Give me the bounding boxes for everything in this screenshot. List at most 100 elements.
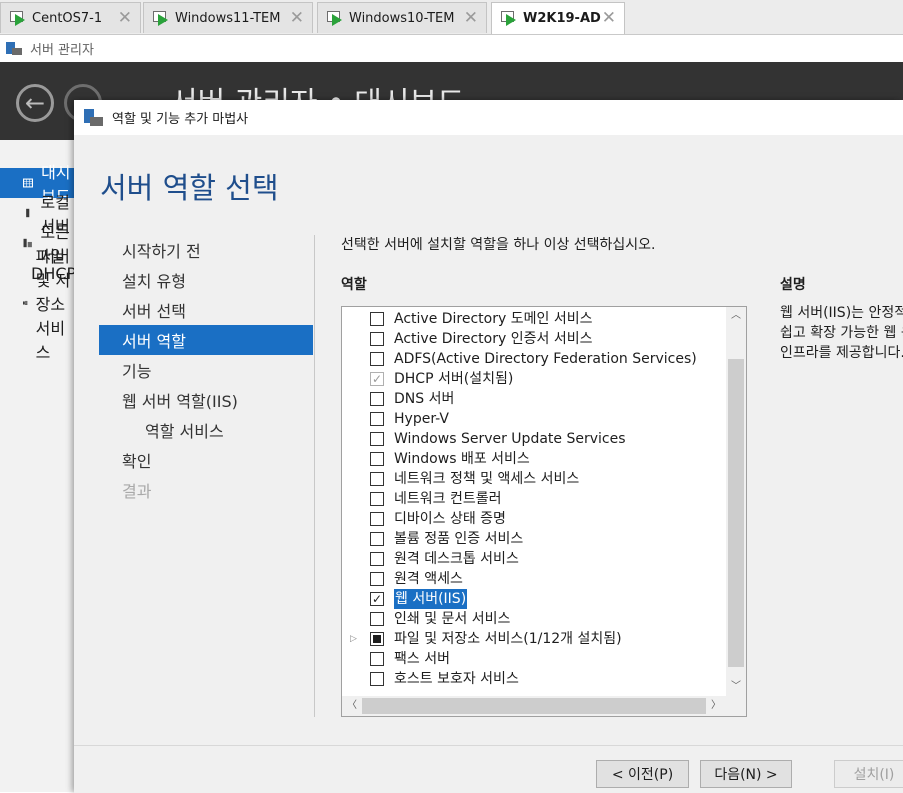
- role-checkbox[interactable]: ✓: [370, 592, 384, 606]
- role-checkbox[interactable]: [370, 512, 384, 526]
- role-label: Windows 배포 서비스: [394, 451, 530, 467]
- role-row[interactable]: 인쇄 및 문서 서비스: [342, 609, 726, 629]
- role-row[interactable]: Windows 배포 서비스: [342, 449, 726, 469]
- role-checkbox[interactable]: [370, 312, 384, 326]
- server-manager-icon: [84, 108, 104, 127]
- vm-tab-label: CentOS7-1: [32, 10, 103, 26]
- role-row[interactable]: 디바이스 상태 증명: [342, 509, 726, 529]
- wizard-titlebar[interactable]: 역할 및 기능 추가 마법사: [74, 100, 903, 135]
- role-checkbox[interactable]: [370, 552, 384, 566]
- role-row[interactable]: Hyper-V: [342, 409, 726, 429]
- role-row[interactable]: 원격 액세스: [342, 569, 726, 589]
- steps-divider: [314, 235, 315, 717]
- wizard-step-before-you-begin[interactable]: 시작하기 전: [99, 235, 313, 265]
- role-row[interactable]: Windows Server Update Services: [342, 429, 726, 449]
- vm-tab-label: Windows11-TEM: [175, 10, 281, 26]
- wizard-step-features[interactable]: 기능: [99, 355, 313, 385]
- nav-item-file-storage[interactable]: 파일 및 저장소 서비스: [0, 247, 74, 362]
- role-checkbox[interactable]: [370, 672, 384, 686]
- wizard-title: 역할 및 기능 추가 마법사: [112, 112, 249, 127]
- close-icon[interactable]: ✕: [464, 8, 478, 28]
- role-label: 원격 액세스: [394, 571, 463, 587]
- wizard-step-results: 결과: [122, 482, 152, 501]
- role-checkbox[interactable]: [370, 612, 384, 626]
- role-row[interactable]: 볼륨 정품 인증 서비스: [342, 529, 726, 549]
- roles-list[interactable]: Active Directory 도메인 서비스 Active Directory…: [341, 306, 747, 717]
- server-manager-titlebar: 서버 관리자: [0, 35, 903, 62]
- role-row[interactable]: Active Directory 도메인 서비스: [342, 309, 726, 329]
- next-button[interactable]: 다음(N) >: [700, 760, 792, 788]
- role-row[interactable]: ADFS(Active Directory Federation Service…: [342, 349, 726, 369]
- role-label: Windows Server Update Services: [394, 431, 626, 447]
- servers-icon: [23, 238, 32, 248]
- vm-tab-windows10[interactable]: Windows10-TEM ✕: [317, 2, 487, 33]
- role-row[interactable]: 팩스 서버: [342, 649, 726, 669]
- wizard-step-web-server-role[interactable]: 웹 서버 역할(IIS): [99, 385, 313, 415]
- previous-button[interactable]: < 이전(P): [596, 760, 689, 788]
- role-label: 네트워크 정책 및 액세스 서비스: [394, 471, 580, 487]
- role-row[interactable]: ▷ 파일 및 저장소 서비스(1/12개 설치됨): [342, 629, 726, 649]
- role-label: Active Directory 인증서 서비스: [394, 331, 593, 347]
- role-label: ADFS(Active Directory Federation Service…: [394, 351, 697, 367]
- vm-tab-w2k19-ad[interactable]: W2K19-AD ✕: [491, 2, 625, 34]
- server-manager-title: 서버 관리자: [30, 43, 94, 58]
- role-checkbox[interactable]: [370, 572, 384, 586]
- role-row[interactable]: 네트워크 컨트롤러: [342, 489, 726, 509]
- role-label: DNS 서버: [394, 391, 455, 407]
- roles-list-horizontal-scrollbar[interactable]: 〈 〉: [342, 696, 746, 716]
- wizard-step-server-selection[interactable]: 서버 선택: [99, 295, 313, 325]
- vm-running-icon: [153, 10, 170, 27]
- vm-tab-centos7[interactable]: CentOS7-1 ✕: [0, 2, 141, 33]
- scroll-down-icon[interactable]: ﹀: [726, 678, 746, 696]
- scrollbar-thumb[interactable]: [362, 698, 706, 714]
- role-label: 팩스 서버: [394, 651, 450, 667]
- role-label: Hyper-V: [394, 411, 449, 427]
- role-label: Active Directory 도메인 서비스: [394, 311, 593, 327]
- back-arrow-icon[interactable]: ←: [16, 84, 54, 122]
- vm-tab-label: W2K19-AD: [523, 11, 601, 26]
- wizard-step-installation-type[interactable]: 설치 유형: [99, 265, 313, 295]
- role-checkbox[interactable]: [370, 432, 384, 446]
- close-icon[interactable]: ✕: [602, 8, 616, 28]
- role-checkbox: ✓: [370, 372, 384, 386]
- role-label: DHCP 서버(설치됨): [394, 371, 514, 387]
- role-row[interactable]: 호스트 보호자 서비스: [342, 669, 726, 689]
- role-row[interactable]: Active Directory 인증서 서비스: [342, 329, 726, 349]
- role-row[interactable]: ✓ DHCP 서버(설치됨): [342, 369, 726, 389]
- server-manager-icon: [6, 41, 22, 56]
- wizard-footer: < 이전(P) 다음(N) > 설치(I): [74, 745, 903, 793]
- role-row[interactable]: ✓ 웹 서버(IIS): [342, 588, 726, 610]
- wizard-step-role-services[interactable]: 역할 서비스: [99, 415, 313, 445]
- role-description: 웹 서버(IIS)는 안정적이고 쉽고 확장 가능한 웹 응용 프로그램 인프라…: [780, 303, 903, 363]
- scrollbar-thumb[interactable]: [728, 359, 744, 667]
- role-checkbox[interactable]: [370, 392, 384, 406]
- description-line: 인프라를 제공합니다.: [780, 345, 903, 361]
- scroll-up-icon[interactable]: ︿: [726, 307, 746, 325]
- wizard-step-server-roles[interactable]: 서버 역할: [99, 325, 313, 355]
- role-checkbox[interactable]: [370, 492, 384, 506]
- role-checkbox[interactable]: [370, 632, 384, 646]
- roles-list-vertical-scrollbar[interactable]: ︿ ﹀: [726, 307, 746, 696]
- role-checkbox[interactable]: [370, 532, 384, 546]
- wizard-step-confirmation[interactable]: 확인: [99, 445, 313, 475]
- role-row[interactable]: 원격 데스크톱 서비스: [342, 549, 726, 569]
- role-checkbox[interactable]: [370, 352, 384, 366]
- instruction-text: 선택한 서버에 설치할 역할을 하나 이상 선택하십시오.: [341, 237, 656, 253]
- scroll-left-icon[interactable]: 〈: [342, 697, 362, 715]
- page-title: 서버 역할 선택: [100, 171, 279, 205]
- server-manager-nav: 대시보드 로컬 서버 모든 서버 DHCP 파일 및 저장소 서비스: [0, 140, 76, 792]
- close-icon[interactable]: ✕: [290, 8, 304, 28]
- description-line: 쉽고 확장 가능한 웹 응용 프로그램: [780, 325, 903, 341]
- role-row[interactable]: DNS 서버: [342, 389, 726, 409]
- role-checkbox[interactable]: [370, 652, 384, 666]
- role-row[interactable]: 네트워크 정책 및 액세스 서비스: [342, 469, 726, 489]
- dashboard-icon: [23, 178, 34, 188]
- role-checkbox[interactable]: [370, 472, 384, 486]
- role-checkbox[interactable]: [370, 452, 384, 466]
- expand-arrow-icon[interactable]: ▷: [350, 629, 357, 649]
- vm-tab-windows11[interactable]: Windows11-TEM ✕: [143, 2, 313, 33]
- role-checkbox[interactable]: [370, 332, 384, 346]
- role-checkbox[interactable]: [370, 412, 384, 426]
- scroll-right-icon[interactable]: 〉: [706, 697, 726, 715]
- close-icon[interactable]: ✕: [118, 8, 132, 28]
